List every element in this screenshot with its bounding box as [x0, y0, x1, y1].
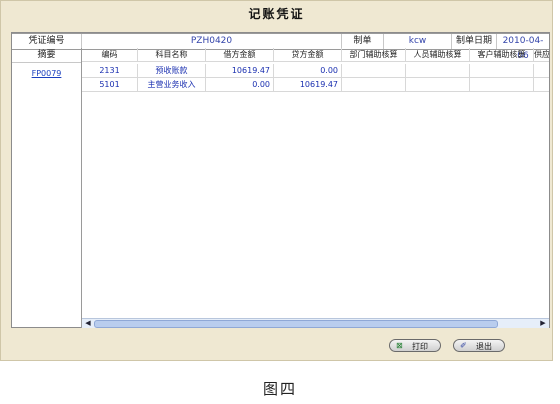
voucher-sheet: 凭证编号 PZH0420 制单 kcw 制单日期 2010-04-06 摘要 F… [11, 32, 550, 328]
exit-label: 退出 [476, 342, 492, 351]
col-header-name: 科目名称 [138, 48, 206, 62]
cell-person [406, 78, 470, 92]
cell-supplier [534, 64, 549, 78]
summary-label: 摘要 [12, 48, 81, 63]
print-button[interactable]: ⊠ 打印 [389, 339, 441, 352]
cell-code: 2131 [82, 64, 138, 78]
cell-customer [470, 78, 534, 92]
voucher-no-label: 凭证编号 [12, 34, 82, 49]
cell-debit: 10619.47 [206, 64, 274, 78]
maker-label: 制单 [342, 34, 384, 49]
cell-dept [342, 64, 406, 78]
entries-table: 编码 科目名称 借方金额 贷方金额 部门辅助核算 人员辅助核算 客户辅助核算 供… [82, 48, 549, 317]
voucher-window: 记账凭证 凭证编号 PZH0420 制单 kcw 制单日期 2010-04-06… [0, 0, 553, 361]
col-header-code: 编码 [82, 48, 138, 62]
maker-value: kcw [384, 34, 452, 49]
cell-credit: 10619.47 [274, 78, 342, 92]
scroll-left-icon[interactable]: ◀ [83, 319, 93, 328]
scroll-right-icon[interactable]: ▶ [538, 319, 548, 328]
scrollbar-thumb[interactable] [94, 320, 498, 328]
cell-customer [470, 64, 534, 78]
col-header-customer: 客户辅助核算 [470, 48, 534, 62]
col-header-debit: 借方金额 [206, 48, 274, 62]
cell-dept [342, 78, 406, 92]
date-value: 2010-04-06 [502, 36, 544, 61]
col-header-credit: 贷方金额 [274, 48, 342, 62]
figure-caption: 图四 [262, 380, 297, 398]
cell-person [406, 64, 470, 78]
summary-link[interactable]: FP0079 [12, 69, 81, 78]
cell-debit: 0.00 [206, 78, 274, 92]
col-header-supplier: 供应 [534, 48, 549, 62]
col-header-person: 人员辅助核算 [406, 48, 470, 62]
cell-supplier [534, 78, 549, 92]
exit-icon: ✐ [460, 341, 467, 350]
table-row[interactable]: 5101 主营业务收入 0.00 10619.47 [82, 78, 549, 92]
horizontal-scrollbar[interactable]: ◀ ▶ [82, 318, 549, 328]
cell-name: 主营业务收入 [138, 78, 206, 92]
print-label: 打印 [412, 342, 428, 351]
window-title: 记账凭证 [248, 7, 305, 21]
table-row[interactable]: 2131 预收账款 10619.47 0.00 [82, 64, 549, 78]
cell-code: 5101 [82, 78, 138, 92]
col-header-dept: 部门辅助核算 [342, 48, 406, 62]
summary-panel: 摘要 FP0079 [12, 48, 82, 328]
print-icon: ⊠ [396, 341, 403, 350]
voucher-no-value: PZH0420 [82, 34, 342, 49]
date-label: 制单日期 [452, 34, 497, 49]
cell-name: 预收账款 [138, 64, 206, 78]
exit-button[interactable]: ✐ 退出 [453, 339, 505, 352]
cell-credit: 0.00 [274, 64, 342, 78]
table-header-row: 编码 科目名称 借方金额 贷方金额 部门辅助核算 人员辅助核算 客户辅助核算 供… [82, 48, 549, 62]
